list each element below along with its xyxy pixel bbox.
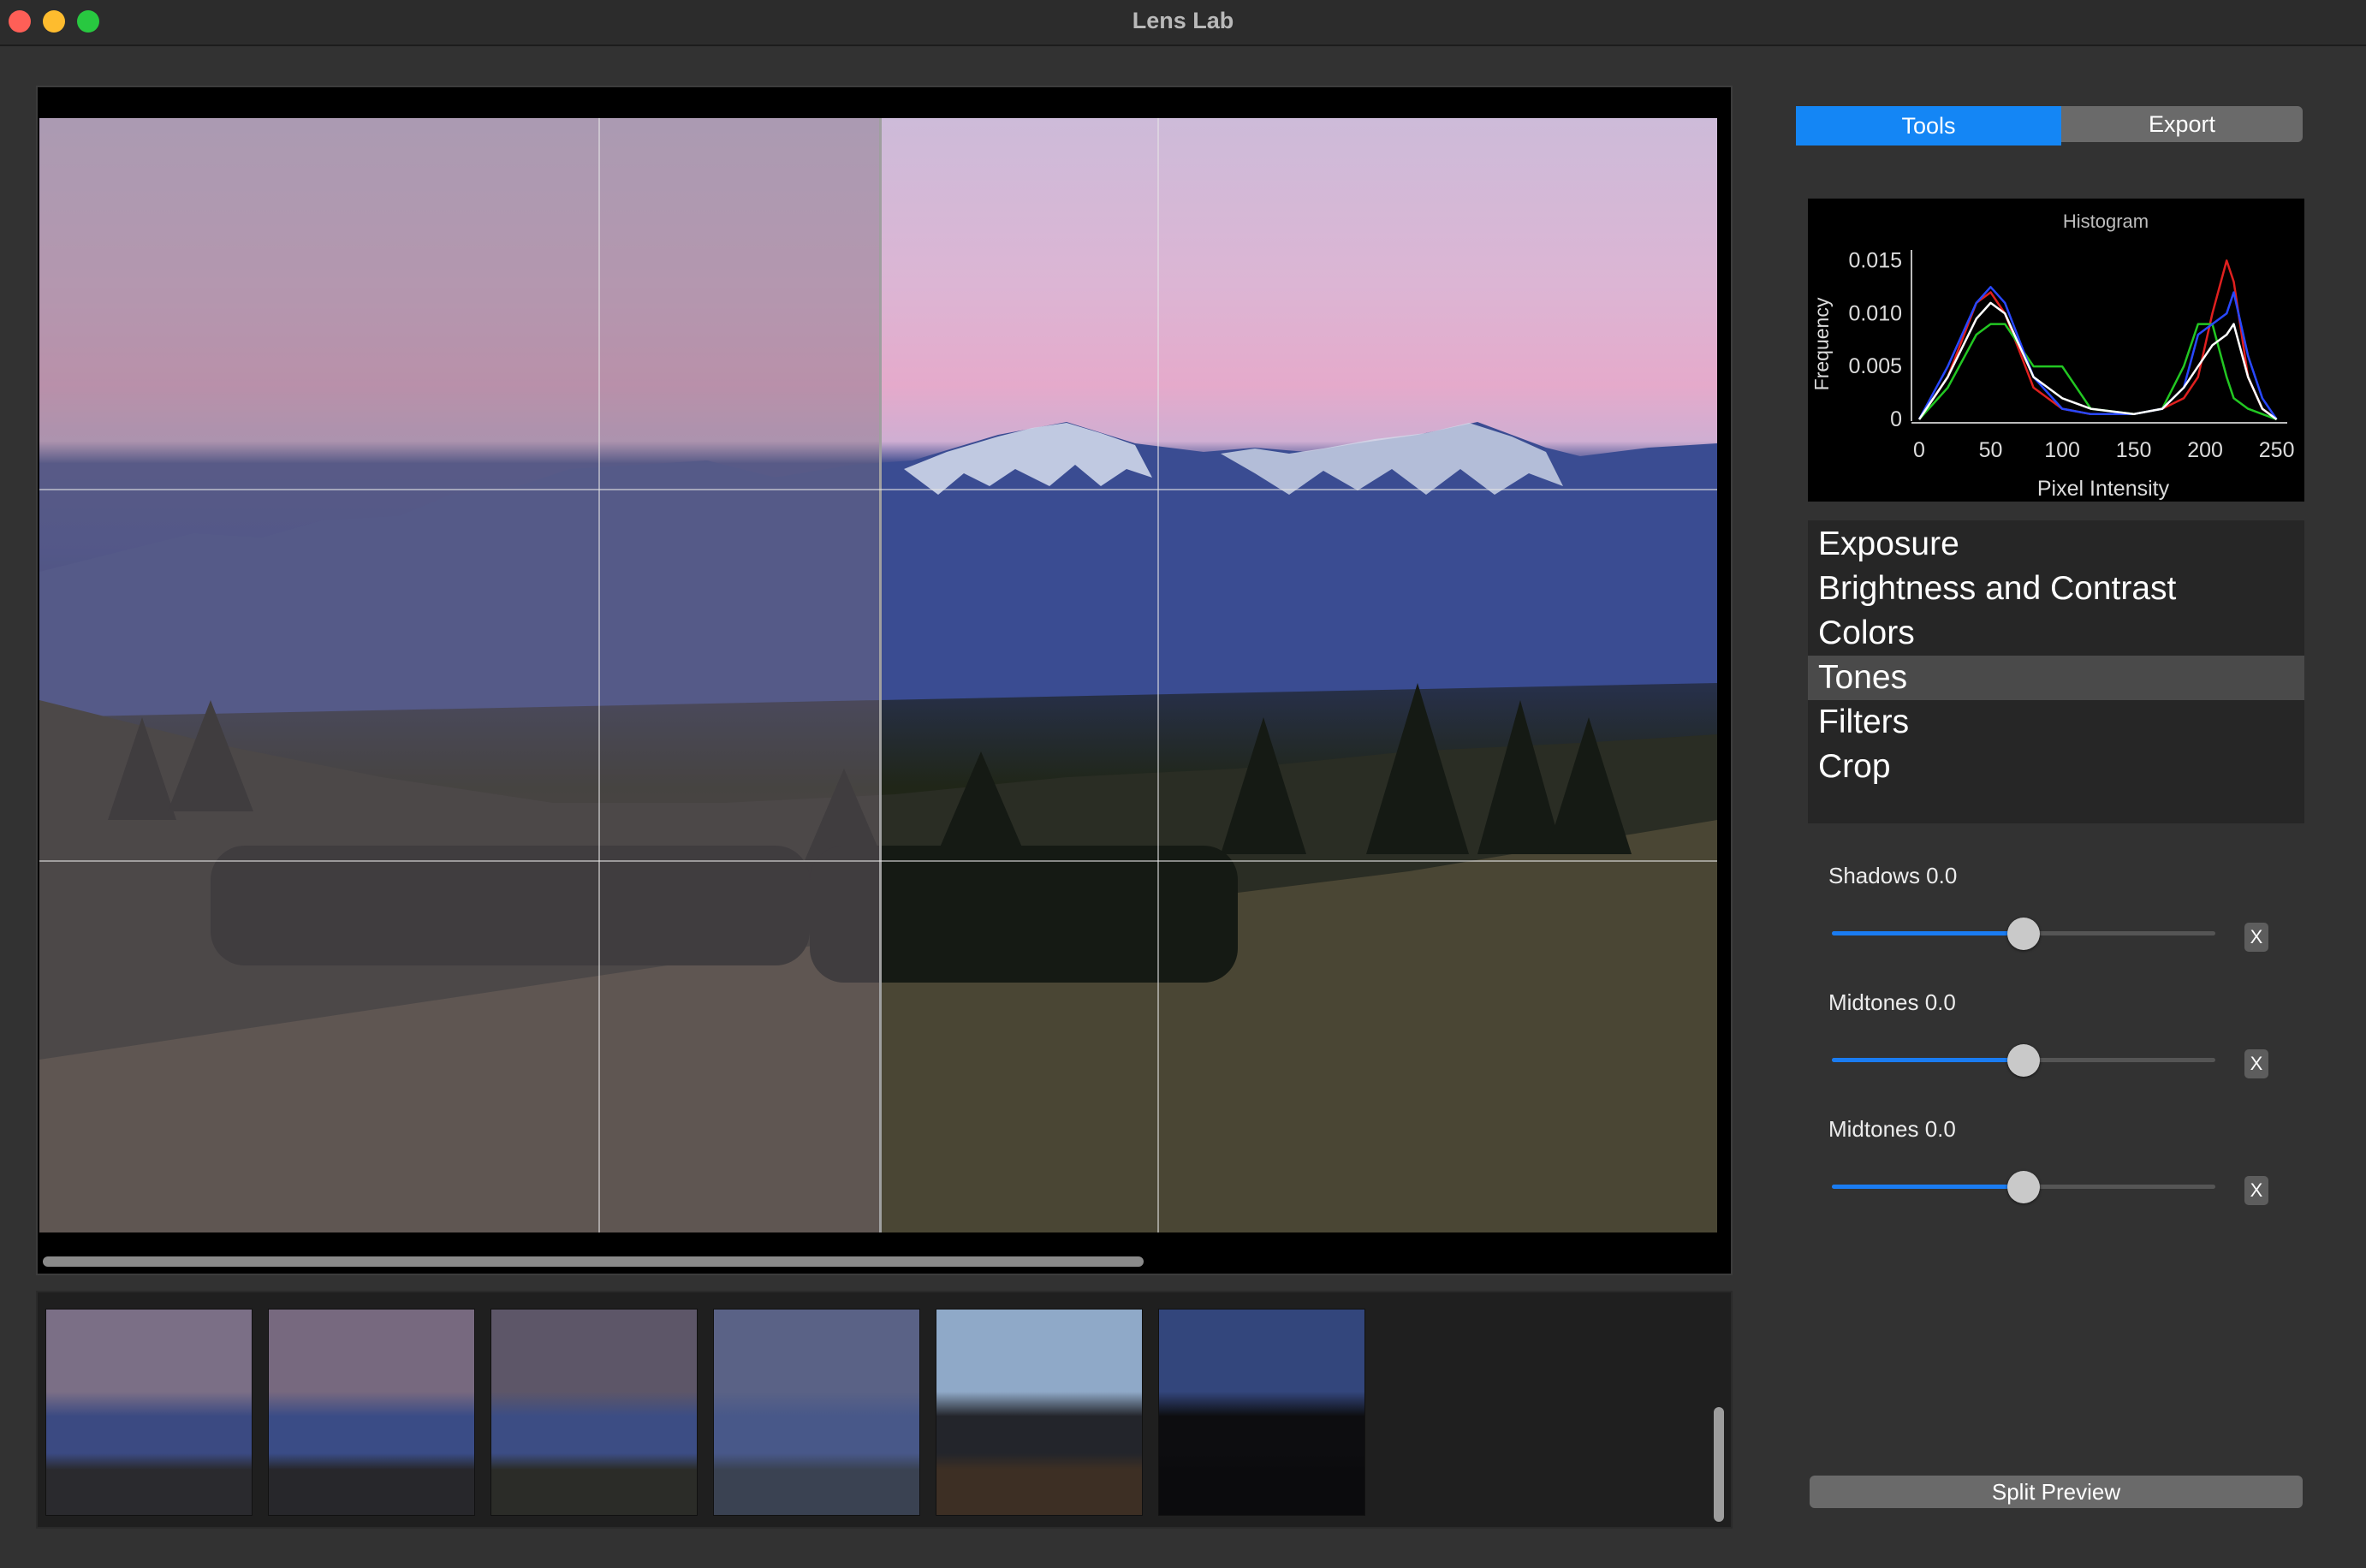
- slider-fill: [1832, 931, 2024, 935]
- slider-knob[interactable]: [2007, 918, 2040, 950]
- split-preview-original-overlay[interactable]: [39, 118, 882, 1232]
- tool-item-colors[interactable]: Colors: [1808, 611, 2304, 656]
- window-title: Lens Lab: [1132, 8, 1234, 33]
- photo-preview[interactable]: [39, 118, 1717, 1232]
- histogram-x-tick: 50: [1979, 438, 2003, 462]
- histogram-x-tick: 100: [2044, 438, 2080, 462]
- tool-item-brightness-and-contrast[interactable]: Brightness and Contrast: [1808, 567, 2304, 611]
- vertical-scrollbar[interactable]: [1714, 1407, 1724, 1522]
- tab-export[interactable]: Export: [2061, 106, 2303, 142]
- histogram-y-tick: 0.005: [1848, 354, 1902, 378]
- histogram-x-tick: 200: [2187, 438, 2223, 462]
- tool-item-crop[interactable]: Crop: [1808, 745, 2304, 789]
- histogram-x-tick: 0: [1913, 438, 1925, 462]
- slider-label: Midtones 0.0: [1828, 989, 1956, 1015]
- tool-item-tones[interactable]: Tones: [1808, 656, 2304, 700]
- title-bar: Lens Lab: [0, 0, 2366, 46]
- tool-item-filters[interactable]: Filters: [1808, 700, 2304, 745]
- slider-fill: [1832, 1185, 2024, 1189]
- histogram-y-label: Frequency: [1810, 297, 1833, 390]
- tool-item-exposure[interactable]: Exposure: [1808, 522, 2304, 567]
- reset-slider-button[interactable]: X: [2244, 1176, 2268, 1205]
- slider-knob[interactable]: [2007, 1044, 2040, 1077]
- histogram-y-tick: 0.010: [1848, 301, 1902, 325]
- histogram-svg: Histogram Pixel Intensity Frequency 0 50 1…: [1810, 211, 2295, 501]
- split-preview-button[interactable]: Split Preview: [1810, 1476, 2303, 1508]
- grid-line-horizontal: [39, 860, 1717, 862]
- thumbnail-3[interactable]: [491, 1310, 697, 1515]
- histogram-y-tick: 0.015: [1848, 248, 1902, 272]
- thumbnail-6[interactable]: [1159, 1310, 1364, 1515]
- histogram-chart: Histogram Pixel Intensity Frequency 0 50 1…: [1808, 199, 2304, 502]
- histogram-title: Histogram: [2063, 211, 2149, 232]
- histogram-x-tick: 150: [2116, 438, 2152, 462]
- histogram-x-label: Pixel Intensity: [2037, 477, 2170, 501]
- slider-knob[interactable]: [2007, 1171, 2040, 1203]
- thumbnail-4[interactable]: [714, 1310, 919, 1515]
- panel-tabs: Tools Export: [1796, 106, 2304, 146]
- slider-label: Shadows 0.0: [1828, 863, 1958, 888]
- grid-line-horizontal: [39, 489, 1717, 490]
- slider-fill: [1832, 1058, 2024, 1062]
- thumbnail-5[interactable]: [936, 1310, 1142, 1515]
- reset-slider-button[interactable]: X: [2244, 923, 2268, 952]
- thumbnail-1[interactable]: [46, 1310, 252, 1515]
- tab-tools[interactable]: Tools: [1796, 106, 2061, 146]
- grid-line-vertical: [1157, 118, 1159, 1232]
- image-viewer[interactable]: [36, 86, 1733, 1275]
- horizontal-scrollbar[interactable]: [43, 1256, 1144, 1267]
- filmstrip[interactable]: [36, 1291, 1733, 1529]
- histogram-x-tick: 250: [2259, 438, 2295, 462]
- thumbnail-2[interactable]: [269, 1310, 474, 1515]
- tool-list: Exposure Brightness and Contrast Colors Ton…: [1808, 520, 2304, 823]
- grid-line-vertical: [598, 118, 600, 1232]
- histogram-series-blue: [1917, 286, 2278, 420]
- reset-slider-button[interactable]: X: [2244, 1049, 2268, 1078]
- slider-label: Midtones 0.0: [1828, 1116, 1956, 1142]
- histogram-y-tick: 0: [1890, 407, 1902, 431]
